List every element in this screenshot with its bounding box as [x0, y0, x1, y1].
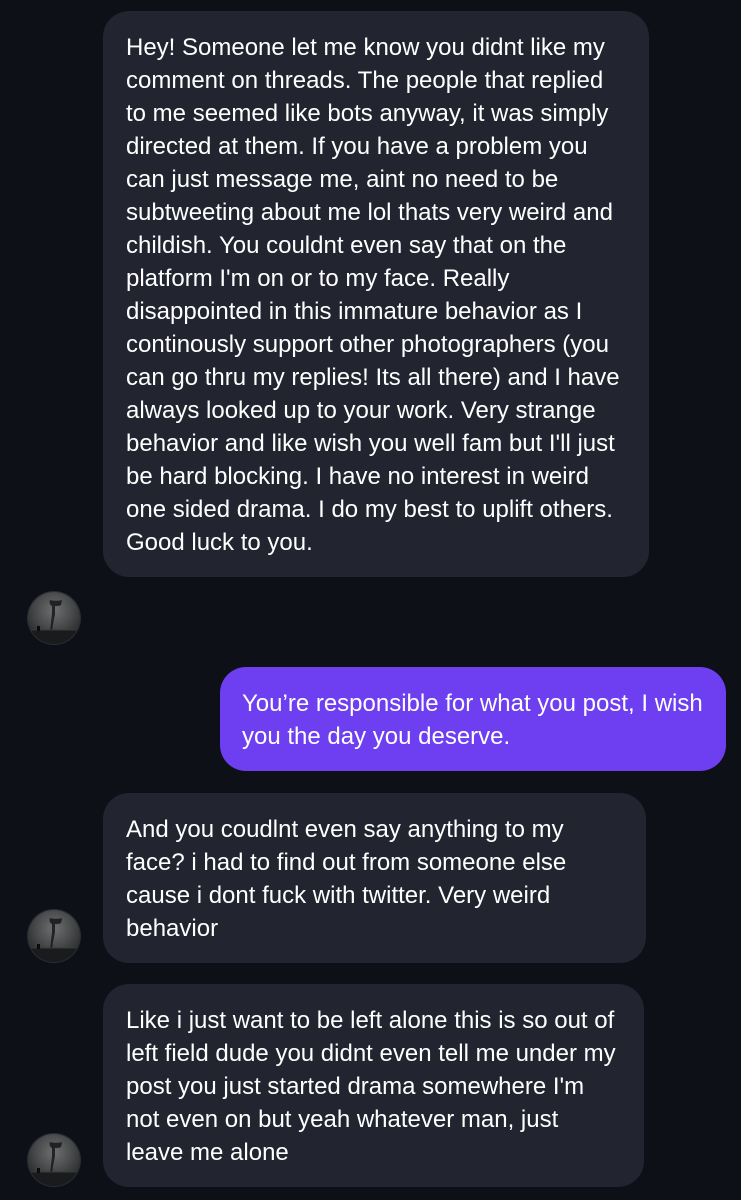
tornado-photo-icon	[28, 600, 80, 644]
avatar[interactable]	[28, 592, 80, 644]
message-text: Hey! Someone let me know you didnt like …	[126, 34, 620, 556]
message-bubble-incoming[interactable]: Hey! Someone let me know you didnt like …	[103, 11, 649, 577]
avatar[interactable]	[28, 1134, 80, 1186]
message-bubble-outgoing[interactable]: You’re responsible for what you post, I …	[220, 667, 726, 771]
message-bubble-incoming[interactable]: And you coudlnt even say anything to my …	[103, 793, 646, 963]
message-text: You’re responsible for what you post, I …	[242, 690, 703, 750]
avatar[interactable]	[28, 910, 80, 962]
message-thread: Hey! Someone let me know you didnt like …	[0, 0, 741, 1200]
tornado-photo-icon	[28, 1142, 80, 1186]
message-text: And you coudlnt even say anything to my …	[126, 816, 567, 942]
tornado-photo-icon	[28, 918, 80, 962]
message-bubble-incoming[interactable]: Like i just want to be left alone this i…	[103, 984, 644, 1187]
message-text: Like i just want to be left alone this i…	[126, 1007, 616, 1166]
